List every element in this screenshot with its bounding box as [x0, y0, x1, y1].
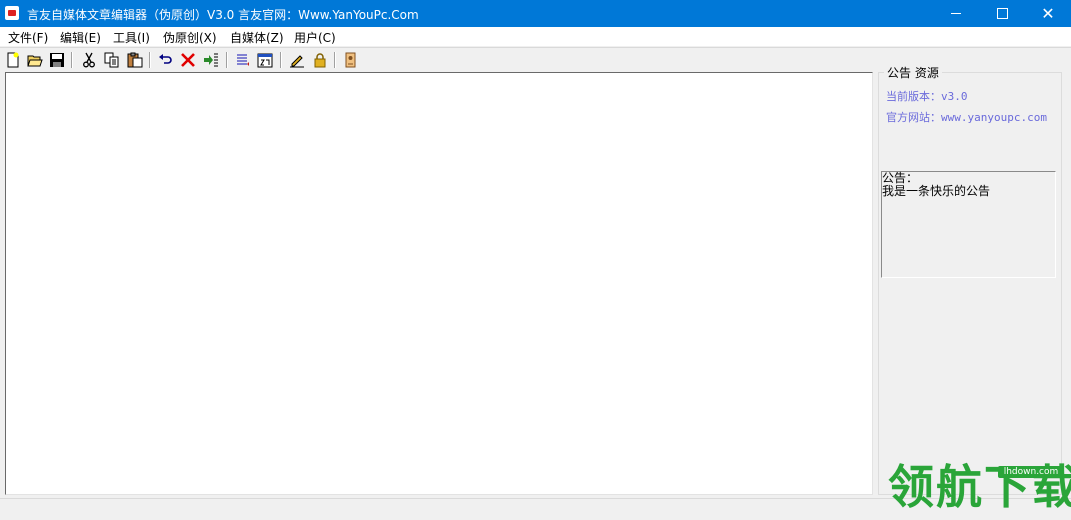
- group-title: 公告 资源: [884, 64, 942, 81]
- title-bar[interactable]: 言友自媒体文章编辑器（伪原创）V3.0 言友官网：Www.YanYouPc.Co…: [0, 0, 1071, 27]
- menu-tools[interactable]: 工具(I): [113, 29, 150, 46]
- minimize-button[interactable]: [933, 0, 979, 27]
- notice-resource-group: [878, 72, 1062, 495]
- edit-icon: [290, 55, 304, 68]
- calendar-icon: [257, 53, 273, 68]
- minimize-icon: [951, 13, 961, 14]
- watermark-url: lhdown.com: [998, 466, 1064, 478]
- user-card-icon: [345, 52, 356, 68]
- paste-icon: [127, 52, 143, 68]
- paste-button[interactable]: [126, 51, 144, 69]
- calendar-button[interactable]: [256, 51, 274, 69]
- website-link[interactable]: 官方网站：www.yanyoupc.com: [886, 109, 1047, 125]
- insert-icon: [204, 53, 218, 67]
- save-button[interactable]: [48, 51, 66, 69]
- list-button[interactable]: [234, 51, 252, 69]
- menu-user[interactable]: 用户(C): [294, 29, 336, 46]
- version-text: 当前版本：v3.0: [886, 90, 968, 103]
- copy-button[interactable]: [103, 51, 121, 69]
- notice-text: 我是一条快乐的公告: [882, 184, 991, 198]
- cut-icon: [83, 52, 95, 68]
- edit-button[interactable]: [288, 51, 306, 69]
- open-folder-icon: [27, 55, 43, 67]
- close-button[interactable]: ✕: [1025, 0, 1071, 27]
- lock-button[interactable]: [311, 51, 329, 69]
- menu-edit[interactable]: 编辑(E): [60, 29, 101, 46]
- insert-button[interactable]: [202, 51, 220, 69]
- open-button[interactable]: [26, 51, 44, 69]
- delete-button[interactable]: [179, 51, 197, 69]
- delete-icon: [181, 53, 195, 67]
- new-file-button[interactable]: [4, 51, 22, 69]
- undo-button[interactable]: [157, 51, 175, 69]
- toolbar-separator: [334, 52, 336, 68]
- toolbar-separator: [149, 52, 151, 68]
- lock-icon: [314, 53, 326, 68]
- user-card-button[interactable]: [342, 51, 360, 69]
- toolbar-separator: [226, 52, 228, 68]
- maximize-icon: [996, 8, 1008, 19]
- menu-self-media[interactable]: 自媒体(Z): [230, 29, 284, 46]
- notice-box[interactable]: 公告： 我是一条快乐的公告: [881, 171, 1056, 278]
- menu-pseudo-original[interactable]: 伪原创(X): [163, 29, 217, 46]
- app-icon: [5, 6, 19, 20]
- article-editor[interactable]: [5, 72, 873, 495]
- window-title: 言友自媒体文章编辑器（伪原创）V3.0 言友官网：Www.YanYouPc.Co…: [27, 8, 419, 22]
- menu-file[interactable]: 文件(F): [8, 29, 48, 46]
- cut-button[interactable]: [80, 51, 98, 69]
- close-icon: ✕: [1041, 3, 1055, 23]
- maximize-button[interactable]: [979, 0, 1025, 27]
- list-icon: [237, 54, 249, 66]
- undo-icon: [159, 54, 172, 64]
- toolbar-separator: [280, 52, 282, 68]
- toolbar-separator: [71, 52, 73, 68]
- save-icon: [50, 53, 64, 67]
- new-file-icon: [7, 52, 19, 68]
- copy-icon: [104, 52, 119, 68]
- menu-bar: 文件(F) 编辑(E) 工具(I) 伪原创(X) 自媒体(Z) 用户(C): [0, 27, 1071, 46]
